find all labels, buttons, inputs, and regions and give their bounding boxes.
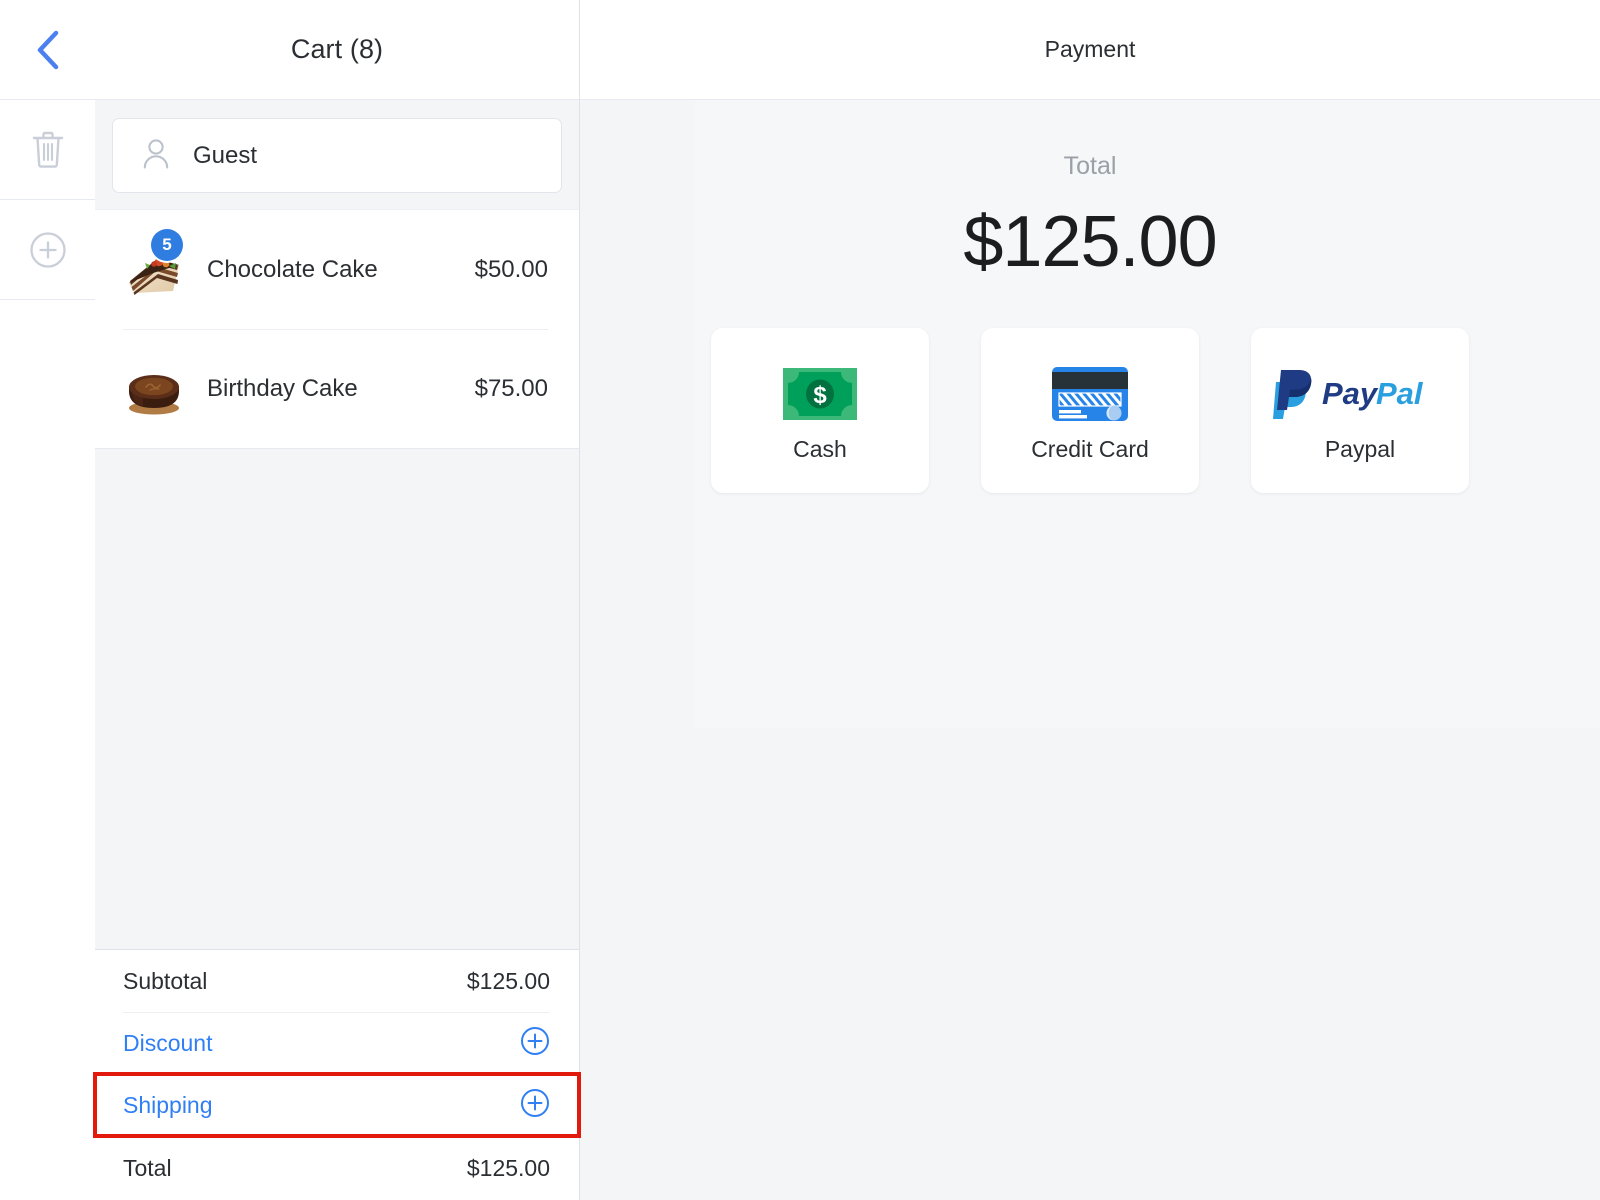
- payment-method-label: Credit Card: [1031, 436, 1149, 462]
- svg-text:$: $: [813, 382, 827, 409]
- cart-empty-space: [95, 449, 579, 949]
- payment-method-label: Paypal: [1324, 436, 1396, 462]
- banknote-icon: $: [783, 358, 857, 430]
- add-discount-icon[interactable]: [520, 1026, 550, 1061]
- payment-total-amount: $125.00: [963, 202, 1217, 282]
- paypal-logo-icon: Pay Pal: [1270, 358, 1450, 430]
- credit-card-icon: [1051, 358, 1129, 430]
- summary-label[interactable]: Discount: [123, 1030, 212, 1057]
- pos-checkout-screen: Cart (8) Guest 5 Chocolate Cake $50.00 B…: [0, 0, 1600, 1200]
- payment-title: Payment: [1044, 36, 1136, 62]
- plus-circle-icon: [28, 230, 68, 270]
- cart-item[interactable]: Birthday Cake $75.00: [95, 329, 579, 448]
- item-price: $50.00: [474, 255, 548, 283]
- payment-method-label: Cash: [793, 436, 847, 462]
- chevron-left-icon: [33, 28, 63, 72]
- birthday-cake-image: [123, 374, 185, 424]
- summary-row-total: Total $125.00: [95, 1136, 579, 1200]
- add-cart-button[interactable]: [0, 200, 95, 300]
- item-name: Birthday Cake: [207, 374, 358, 402]
- svg-text:Pal: Pal: [1376, 376, 1424, 411]
- customer-section: Guest: [95, 100, 579, 209]
- summary-row-subtotal: Subtotal $125.00: [95, 950, 579, 1012]
- cart-title: Cart (8): [290, 34, 384, 64]
- item-thumbnail-wrap: 5: [123, 228, 185, 301]
- payment-panel: Payment Total $125.00 $ Cash Credit Card…: [580, 0, 1600, 1200]
- cart-summary: Subtotal $125.00 Discount Shipping Total…: [93, 949, 581, 1200]
- payment-method-credit-card[interactable]: Credit Card: [981, 328, 1199, 493]
- chocolate-cake-slice-image: [123, 257, 185, 305]
- payment-method-paypal[interactable]: Pay Pal Paypal: [1251, 328, 1469, 493]
- item-thumbnail-wrap: [123, 358, 185, 420]
- item-name: Chocolate Cake: [207, 255, 378, 283]
- left-rail: [0, 0, 95, 1200]
- person-icon: [141, 136, 171, 175]
- trash-icon: [30, 129, 66, 171]
- svg-text:Pay: Pay: [1322, 376, 1379, 411]
- payment-methods: $ Cash Credit Card Pay Pal Paypal: [711, 328, 1469, 493]
- cart-header: Cart (8): [95, 0, 579, 100]
- cart-items-list: 5 Chocolate Cake $50.00 Birthday Cake $7…: [95, 209, 579, 449]
- back-button[interactable]: [0, 0, 95, 100]
- payment-method-cash[interactable]: $ Cash: [711, 328, 929, 493]
- summary-value: $125.00: [466, 1154, 550, 1181]
- quantity-badge: 5: [151, 228, 183, 261]
- cart-panel: Cart (8) Guest 5 Chocolate Cake $50.00 B…: [93, 0, 581, 1200]
- customer-name: Guest: [193, 141, 258, 169]
- item-price: $75.00: [474, 374, 548, 402]
- summary-label[interactable]: Shipping: [123, 1092, 213, 1119]
- add-shipping-icon[interactable]: [520, 1088, 550, 1123]
- summary-label: Subtotal: [123, 967, 208, 994]
- customer-selector[interactable]: Guest: [112, 118, 562, 193]
- summary-row-shipping[interactable]: Shipping: [93, 1072, 581, 1138]
- payment-total-label: Total: [1063, 152, 1117, 180]
- summary-label: Total: [123, 1154, 172, 1181]
- cart-item[interactable]: 5 Chocolate Cake $50.00: [95, 210, 579, 329]
- summary-value: $125.00: [466, 967, 550, 994]
- summary-row-discount[interactable]: Discount: [95, 1012, 579, 1074]
- payment-header: Payment: [580, 0, 1600, 100]
- payment-body: Total $125.00 $ Cash Credit Card Pay Pal…: [580, 100, 1600, 1200]
- delete-cart-button[interactable]: [0, 100, 95, 200]
- cart-body: Guest 5 Chocolate Cake $50.00 Birthday C…: [93, 100, 581, 1200]
